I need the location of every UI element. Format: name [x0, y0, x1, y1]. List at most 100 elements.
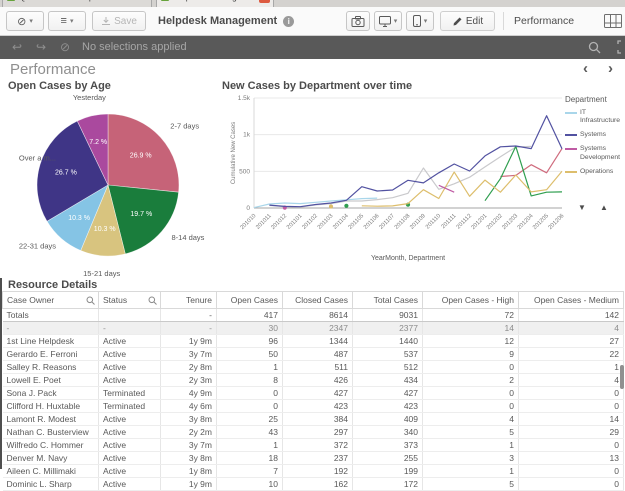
selections-bar: ↩ ↪ ⊘ No selections applied	[0, 36, 625, 59]
column-header-total-cases[interactable]: Total Cases	[352, 291, 423, 309]
global-menu-button[interactable]: ⊘ ▾	[6, 11, 44, 31]
step-back-selection-icon[interactable]: ↩	[8, 39, 26, 56]
previous-sheet-button[interactable]: ‹	[583, 60, 588, 77]
table-row: Salley R. Reasons Active 2y 8m 1 511 512 0 1	[2, 360, 624, 374]
cell[interactable]: Active	[98, 334, 161, 348]
cell[interactable]: 1st Line Helpdesk	[2, 334, 99, 348]
x-tick-label: 201104	[332, 213, 350, 231]
cell[interactable]: Active	[98, 360, 161, 374]
table-scrollbar[interactable]	[620, 365, 624, 389]
cell[interactable]: Active	[98, 373, 161, 387]
column-header-closed-cases[interactable]: Closed Cases	[282, 291, 353, 309]
series-line[interactable]	[269, 115, 563, 208]
data-point[interactable]	[328, 204, 334, 209]
column-header-open-cases-medium[interactable]: Open Cases - Medium	[518, 291, 624, 309]
sheet-title: Performance	[10, 61, 96, 78]
table-row: Wilfredo C. Hommer Active 3y 7m 1 372 373 1 0	[2, 438, 624, 452]
cell[interactable]: Aileen C. Millimaki	[2, 464, 99, 478]
cell[interactable]: Terminated	[98, 399, 161, 413]
cell: 13	[518, 451, 624, 465]
column-header-open-cases[interactable]: Open Cases	[216, 291, 283, 309]
next-sheet-button[interactable]: ›	[608, 60, 613, 77]
column-search-icon[interactable]	[86, 296, 95, 307]
series-line[interactable]	[269, 145, 532, 208]
cell[interactable]: Active	[98, 412, 161, 426]
cell[interactable]: Gerardo E. Ferroni	[2, 347, 99, 361]
cell[interactable]: Sona J. Pack	[2, 386, 99, 400]
snapshot-button[interactable]	[346, 11, 370, 31]
tab-hub[interactable]: Qlik Sense Desktop Hub	[2, 0, 152, 7]
legend-scroll-up-icon[interactable]: ▲	[600, 203, 608, 212]
cell[interactable]: Nathan C. Busterview	[2, 425, 99, 439]
legend-scroll-down-icon[interactable]: ▼	[578, 203, 586, 212]
series-line[interactable]	[361, 170, 563, 207]
column-search-icon[interactable]	[148, 296, 157, 307]
cell: 537	[352, 347, 423, 361]
save-button[interactable]: Save	[92, 11, 146, 31]
cell: 43	[216, 425, 283, 439]
data-point[interactable]	[344, 203, 349, 208]
step-forward-selection-icon[interactable]: ↪	[32, 39, 50, 56]
tab-helpdesk[interactable]: Helpdesk Manag... ✕	[156, 0, 274, 7]
smart-search-button[interactable]	[588, 41, 602, 60]
cell: 12	[422, 334, 519, 348]
cell: 4	[422, 412, 519, 426]
cell: 7	[216, 464, 283, 478]
camera-icon	[351, 15, 365, 27]
cell: 29	[518, 425, 624, 439]
cell[interactable]: Lowell E. Poet	[2, 373, 99, 387]
edit-button[interactable]: Edit	[440, 11, 495, 31]
cell[interactable]: Lamont R. Modest	[2, 412, 99, 426]
table-row: Denver M. Navy Active 3y 8m 18 237 255 3 13	[2, 451, 624, 465]
selections-tool-button[interactable]	[617, 40, 625, 60]
legend-item[interactable]: Systems	[565, 131, 623, 139]
x-tick-label: 201203	[501, 213, 519, 231]
cell: 511	[282, 360, 353, 374]
legend-item[interactable]: Systems Development	[565, 145, 623, 161]
cell: 3y 7m	[160, 347, 217, 361]
x-tick-label: 201101	[286, 213, 304, 231]
app-title: Helpdesk Management i	[158, 11, 295, 31]
cell[interactable]: -	[2, 321, 99, 335]
cell[interactable]: Active	[98, 464, 161, 478]
sheet-navigator-button[interactable]	[604, 14, 624, 34]
column-header-status[interactable]: Status	[98, 291, 161, 309]
cell[interactable]: Active	[98, 425, 161, 439]
table-row: Lowell E. Poet Active 2y 3m 8 426 434 2 4	[2, 373, 624, 387]
series-line[interactable]	[500, 148, 563, 178]
info-icon[interactable]: i	[283, 15, 295, 27]
legend-label: Systems Development	[580, 145, 621, 161]
column-header-case-owner[interactable]: Case Owner	[2, 291, 99, 309]
x-tick-label: 201206	[547, 213, 565, 231]
cell[interactable]: Terminated	[98, 386, 161, 400]
current-sheet-label[interactable]: Performance	[514, 11, 574, 31]
close-tab-icon[interactable]: ✕	[259, 0, 270, 3]
toolbar: ⊘ ▾ ≡ ▾ Save Helpdesk Management i ▾ ▾ E…	[0, 7, 625, 36]
app-menu-button[interactable]: ≡ ▾	[48, 11, 86, 31]
display-options-button[interactable]: ▾	[374, 11, 402, 31]
line-chart: 05001k1.5kCumulative New Cases2010102010…	[231, 95, 565, 262]
x-tick-label: 201106	[363, 213, 381, 231]
cell[interactable]: Active	[98, 477, 161, 491]
column-header-tenure[interactable]: Tenure	[160, 291, 217, 309]
legend-item[interactable]: Operations	[565, 168, 623, 176]
cell[interactable]: Dominic L. Sharp	[2, 477, 99, 491]
series-line[interactable]	[484, 145, 563, 202]
cell[interactable]: Denver M. Navy	[2, 451, 99, 465]
cell[interactable]: Active	[98, 347, 161, 361]
cell[interactable]: Salley R. Reasons	[2, 360, 99, 374]
device-preview-button[interactable]: ▾	[406, 11, 434, 31]
cell[interactable]: -	[98, 321, 161, 335]
pie-slice-label: 22-31 days	[19, 241, 56, 250]
clear-selections-icon[interactable]: ⊘	[56, 39, 74, 56]
column-header-open-cases-high[interactable]: Open Cases - High	[422, 291, 519, 309]
cell[interactable]: Active	[98, 438, 161, 452]
toolbar-separator	[503, 12, 504, 30]
cell[interactable]: Active	[98, 451, 161, 465]
x-tick-label: 201012	[270, 213, 288, 231]
cell[interactable]: Wilfredo C. Hommer	[2, 438, 99, 452]
legend-item[interactable]: IT Infrastructure	[565, 109, 623, 125]
tab-hub-label: Qlik Sense Desktop Hub	[19, 0, 112, 2]
cell: 0	[216, 386, 283, 400]
cell[interactable]: Clifford H. Huxtable	[2, 399, 99, 413]
